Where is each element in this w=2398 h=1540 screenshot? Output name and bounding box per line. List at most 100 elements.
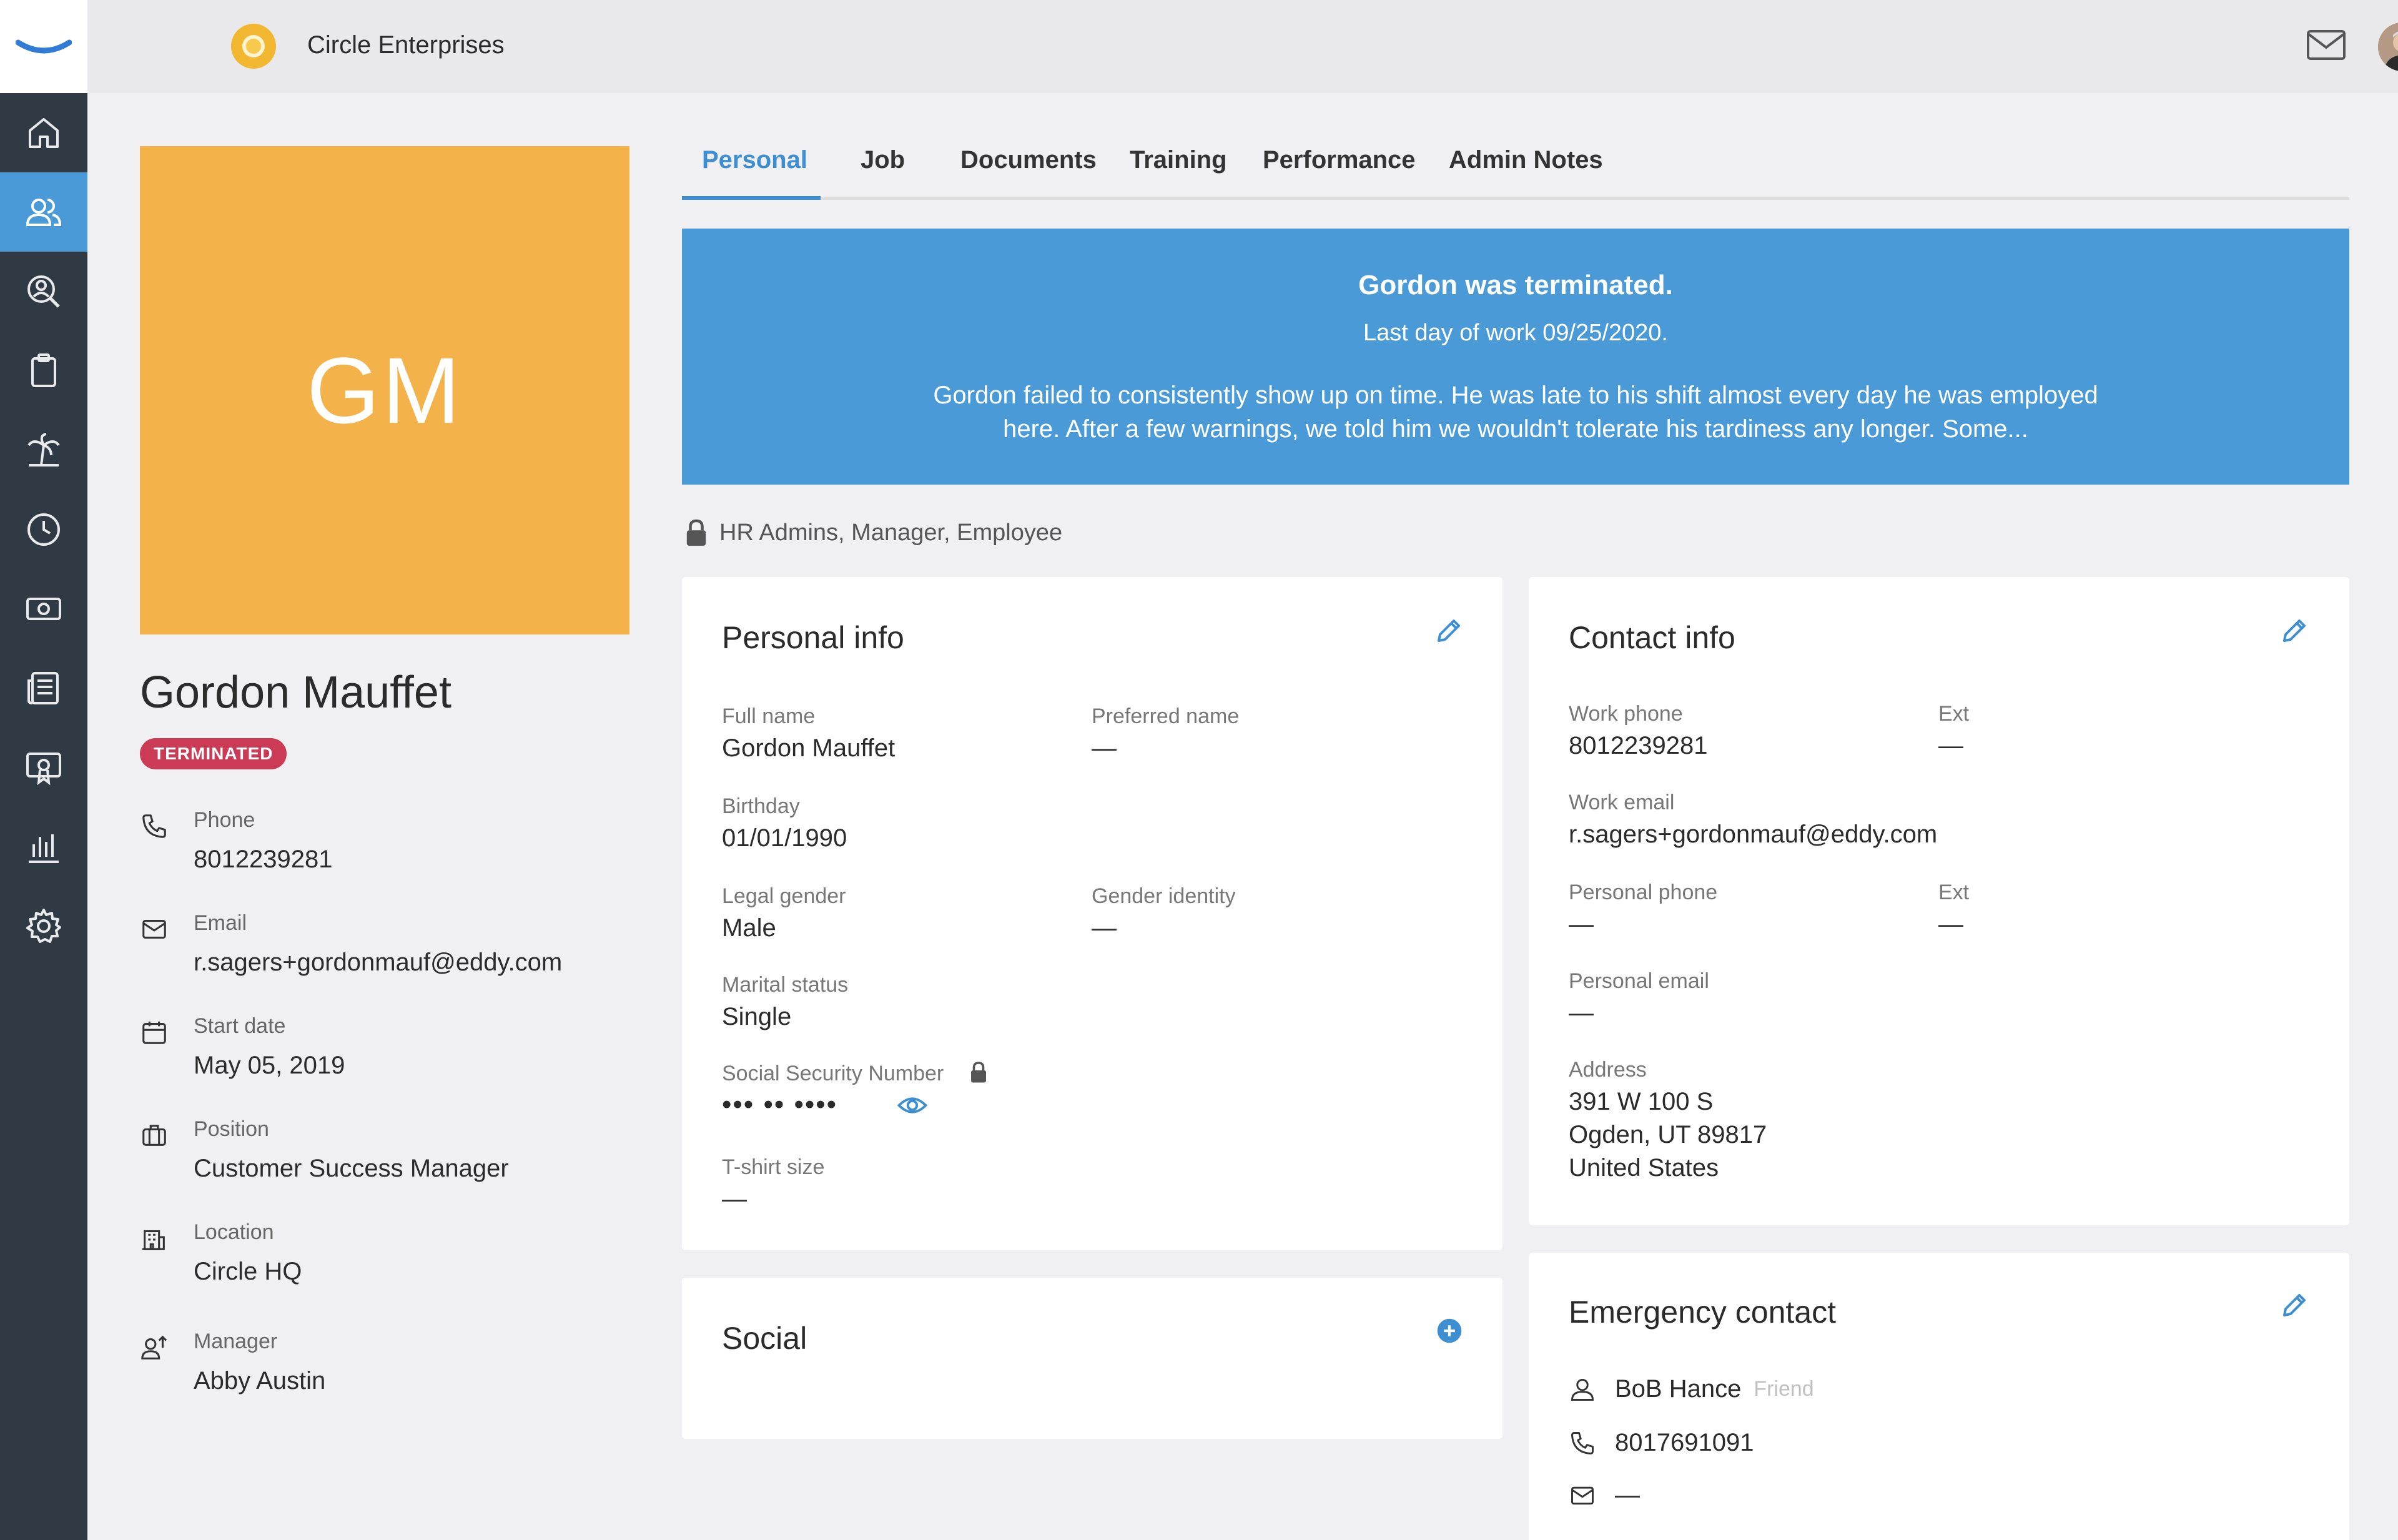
nav-item-time-off[interactable]	[0, 410, 87, 490]
home-icon	[29, 117, 59, 148]
tab-training[interactable]: Training	[1130, 137, 1227, 200]
tab-job[interactable]: Job	[861, 137, 905, 200]
add-circle-icon[interactable]	[1436, 1318, 1463, 1344]
email-value[interactable]: r.sagers+gordonmauf@eddy.com	[194, 949, 562, 977]
manager-value[interactable]: Abby Austin	[194, 1367, 325, 1395]
emergency-contact-card: Emergency contact BoB Hance Friend 80176…	[1529, 1253, 2349, 1540]
nav-item-time[interactable]	[0, 490, 87, 569]
nav-item-payroll[interactable]	[0, 569, 87, 648]
side-field-start-date: Start date May 05, 2019	[140, 1014, 639, 1083]
reports-icon	[29, 834, 59, 863]
tab-performance[interactable]: Performance	[1263, 137, 1416, 200]
ssn-lock-icon	[971, 1062, 986, 1083]
profile-tabs: Personal Job Documents Training Performa…	[682, 137, 2349, 200]
personal-info-card: Personal info Full name Gordon Mauffet P…	[682, 577, 1502, 1250]
nav-item-news[interactable]	[0, 648, 87, 728]
eye-icon[interactable]	[897, 1093, 928, 1118]
nav-item-search-person[interactable]	[0, 252, 87, 331]
app-logo[interactable]	[0, 0, 87, 93]
emergency-contact-phone[interactable]: 8017691091	[1615, 1429, 1754, 1457]
side-field-location: Location Circle HQ	[140, 1220, 639, 1289]
smile-logo-icon	[16, 39, 72, 53]
tshirt-size-label: T-shirt size	[722, 1155, 825, 1179]
side-field-position: Position Customer Success Manager	[140, 1117, 639, 1186]
personal-ext-label: Ext	[1938, 881, 1970, 904]
contact-info-title: Contact info	[1569, 620, 1735, 655]
nav-item-people[interactable]	[0, 172, 87, 252]
gender-identity-label: Gender identity	[1092, 884, 1236, 908]
edit-pencil-icon[interactable]	[2279, 616, 2309, 646]
search-person-icon	[27, 275, 60, 308]
emergency-contact-phone-row: 8017691091	[1569, 1429, 1754, 1457]
company-name[interactable]: Circle Enterprises	[307, 31, 505, 59]
email-icon	[142, 920, 166, 939]
nav-item-clipboard[interactable]	[0, 331, 87, 410]
gender-identity-value: —	[1092, 914, 1117, 942]
emergency-contact-name-row: BoB Hance Friend	[1569, 1375, 1814, 1403]
edit-pencil-icon[interactable]	[2279, 1290, 2309, 1320]
birthday-label: Birthday	[722, 794, 800, 818]
full-name-value: Gordon Mauffet	[722, 734, 896, 762]
nav-item-home[interactable]	[0, 93, 87, 172]
work-ext-value: —	[1938, 732, 1963, 759]
work-email-label: Work email	[1569, 791, 1675, 814]
personal-phone-label: Personal phone	[1569, 881, 1718, 904]
phone-icon	[142, 814, 166, 838]
preferred-name-label: Preferred name	[1092, 704, 1240, 728]
banner-body: Gordon failed to consistently show up on…	[933, 382, 2098, 443]
work-email-value[interactable]: r.sagers+gordonmauf@eddy.com	[1569, 821, 1937, 849]
edit-pencil-icon[interactable]	[1434, 616, 1464, 646]
personal-email-label: Personal email	[1569, 969, 1709, 993]
tshirt-size-value: —	[722, 1185, 747, 1213]
start-date-label: Start date	[194, 1014, 286, 1038]
user-photo-icon	[2378, 22, 2398, 71]
ssn-value: ••• •• ••••	[722, 1089, 838, 1120]
email-icon	[1571, 1486, 1594, 1504]
briefcase-icon	[142, 1125, 166, 1146]
address-line-3: United States	[1569, 1154, 1719, 1182]
personal-ext-value: —	[1938, 911, 1963, 938]
company-logo-icon	[231, 24, 276, 69]
position-label: Position	[194, 1117, 269, 1141]
social-card: Social	[682, 1278, 1502, 1439]
work-phone-label: Work phone	[1569, 702, 1683, 726]
work-phone-value[interactable]: 8012239281	[1569, 732, 1707, 760]
clipboard-icon	[31, 353, 56, 387]
nav-item-training[interactable]	[0, 728, 87, 807]
emergency-contact-relation: Friend	[1754, 1377, 1814, 1401]
tab-documents[interactable]: Documents	[960, 137, 1097, 200]
location-value[interactable]: Circle HQ	[194, 1258, 302, 1286]
address-line-2: Ogden, UT 89817	[1569, 1121, 1767, 1148]
employee-name: Gordon Mauffet	[140, 668, 451, 718]
location-label: Location	[194, 1220, 274, 1244]
banner-title: Gordon was terminated.	[1358, 270, 1673, 300]
gear-icon	[26, 908, 61, 943]
left-nav	[0, 0, 87, 1540]
legal-gender-value: Male	[722, 914, 776, 942]
people-icon	[26, 198, 62, 226]
emergency-contact-email: —	[1615, 1481, 1640, 1509]
personal-email-value: —	[1569, 999, 1594, 1027]
top-bar: Circle Enterprises	[87, 0, 2398, 93]
money-icon	[26, 597, 61, 620]
side-field-phone: Phone 8012239281	[140, 808, 639, 877]
phone-value[interactable]: 8012239281	[194, 846, 332, 874]
user-avatar[interactable]	[2378, 22, 2398, 71]
banner-last-day: Last day of work 09/25/2020.	[1363, 320, 1668, 346]
palm-tree-icon	[27, 432, 60, 466]
tab-admin-notes[interactable]: Admin Notes	[1449, 137, 1603, 200]
side-field-manager: Manager Abby Austin	[140, 1330, 639, 1398]
tab-personal[interactable]: Personal	[682, 137, 821, 200]
position-value: Customer Success Manager	[194, 1155, 509, 1182]
email-label: Email	[194, 911, 247, 935]
calendar-icon	[142, 1021, 166, 1044]
legal-gender-label: Legal gender	[722, 884, 846, 908]
mail-icon[interactable]	[2306, 27, 2347, 62]
nav-item-settings[interactable]	[0, 886, 87, 965]
nav-item-reports[interactable]	[0, 807, 87, 886]
address-label: Address	[1569, 1058, 1647, 1082]
building-icon	[142, 1230, 165, 1250]
manager-icon	[141, 1335, 167, 1360]
phone-icon	[1571, 1431, 1594, 1454]
person-icon	[1571, 1378, 1594, 1401]
